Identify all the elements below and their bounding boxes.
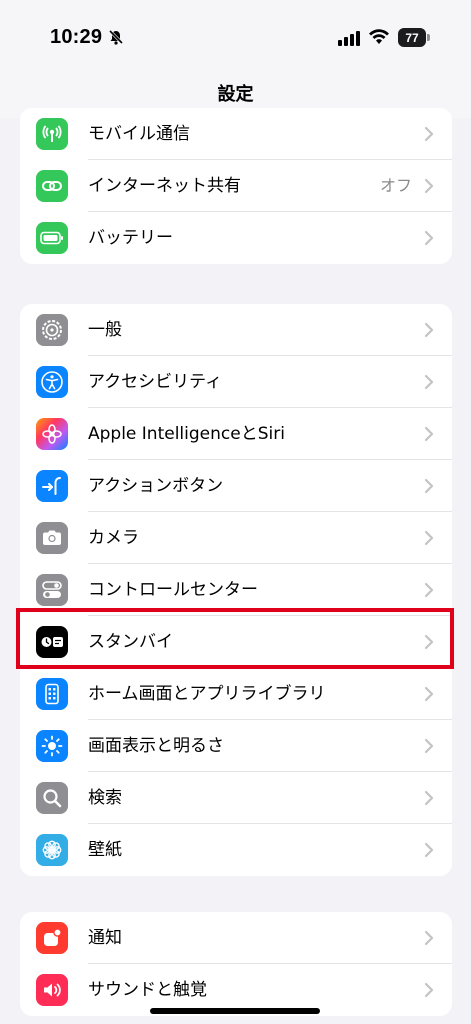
settings-row-label: インターネット共有 xyxy=(88,176,241,196)
magnifier-icon xyxy=(36,782,68,814)
chevron-right-icon xyxy=(424,478,434,494)
settings-row-search[interactable]: 検索 xyxy=(20,772,452,824)
bell-icon xyxy=(36,922,68,954)
settings-row-battery[interactable]: バッテリー xyxy=(20,212,452,264)
chevron-right-icon xyxy=(424,842,434,858)
settings-row-home-screen[interactable]: ホーム画面とアプリライブラリ xyxy=(20,668,452,720)
accessibility-icon xyxy=(36,366,68,398)
chevron-right-icon xyxy=(424,686,434,702)
settings-row-label: ホーム画面とアプリライブラリ xyxy=(88,684,326,704)
chevron-right-icon xyxy=(424,178,434,194)
standby-highlight-box xyxy=(16,608,454,669)
sun-icon xyxy=(36,730,68,762)
settings-row-label: 画面表示と明るさ xyxy=(88,736,224,756)
settings-group-general: 一般 アクセシビリティ Apple IntelligenceとSiri アクショ… xyxy=(20,304,452,876)
settings-row-label: 壁紙 xyxy=(88,840,122,860)
settings-row-value: オフ xyxy=(379,176,412,195)
battery-icon xyxy=(36,222,68,254)
cellular-signal-icon xyxy=(338,31,360,46)
settings-row-label: バッテリー xyxy=(88,228,173,248)
settings-row-label: アクセシビリティ xyxy=(88,372,223,392)
chevron-right-icon xyxy=(424,982,434,998)
settings-row-accessibility[interactable]: アクセシビリティ xyxy=(20,356,452,408)
antenna-icon xyxy=(36,118,68,150)
settings-row-action-button[interactable]: アクションボタン xyxy=(20,460,452,512)
chevron-right-icon xyxy=(424,930,434,946)
gear-icon xyxy=(36,314,68,346)
settings-row-notifications[interactable]: 通知 xyxy=(20,912,452,964)
settings-row-display-brightness[interactable]: 画面表示と明るさ xyxy=(20,720,452,772)
settings-row-personal-hotspot[interactable]: インターネット共有 オフ xyxy=(20,160,452,212)
status-time: 10:29 xyxy=(50,26,103,48)
settings-row-label: 一般 xyxy=(88,320,122,340)
settings-row-label: アクションボタン xyxy=(88,476,224,496)
settings-row-label: Apple IntelligenceとSiri xyxy=(88,424,285,444)
home-screen-icon xyxy=(36,678,68,710)
chevron-right-icon xyxy=(424,426,434,442)
toggles-icon xyxy=(36,574,68,606)
action-button-icon xyxy=(36,470,68,502)
settings-row-mobile-data[interactable]: モバイル通信 xyxy=(20,108,452,160)
chevron-right-icon xyxy=(424,322,434,338)
chevron-right-icon xyxy=(424,374,434,390)
wifi-icon xyxy=(369,29,389,44)
settings-row-apple-intelligence-siri[interactable]: Apple IntelligenceとSiri xyxy=(20,408,452,460)
flower-icon xyxy=(36,834,68,866)
chevron-right-icon xyxy=(424,126,434,142)
battery-level: 77 xyxy=(398,28,426,47)
chevron-right-icon xyxy=(424,230,434,246)
settings-row-label: モバイル通信 xyxy=(88,124,190,144)
speaker-icon xyxy=(36,974,68,1006)
chain-link-icon xyxy=(36,170,68,202)
settings-row-general[interactable]: 一般 xyxy=(20,304,452,356)
chevron-right-icon xyxy=(424,738,434,754)
settings-group-connectivity: モバイル通信 インターネット共有 オフ バッテリー xyxy=(20,108,452,264)
chevron-right-icon xyxy=(424,582,434,598)
home-indicator[interactable] xyxy=(150,1008,320,1014)
bell-off-icon xyxy=(108,29,124,45)
chevron-right-icon xyxy=(424,530,434,546)
apple-intelligence-icon xyxy=(36,418,68,450)
settings-row-wallpaper[interactable]: 壁紙 xyxy=(20,824,452,876)
battery-tip xyxy=(427,34,430,41)
settings-row-label: 検索 xyxy=(88,788,122,808)
camera-icon xyxy=(36,522,68,554)
settings-group-notifications: 通知 サウンドと触覚 xyxy=(20,912,452,1016)
settings-row-label: 通知 xyxy=(88,928,122,948)
settings-row-label: カメラ xyxy=(88,528,139,548)
settings-row-camera[interactable]: カメラ xyxy=(20,512,452,564)
page-title: 設定 xyxy=(217,84,254,105)
chevron-right-icon xyxy=(424,790,434,806)
status-bar: 10:29 77 xyxy=(0,0,471,70)
